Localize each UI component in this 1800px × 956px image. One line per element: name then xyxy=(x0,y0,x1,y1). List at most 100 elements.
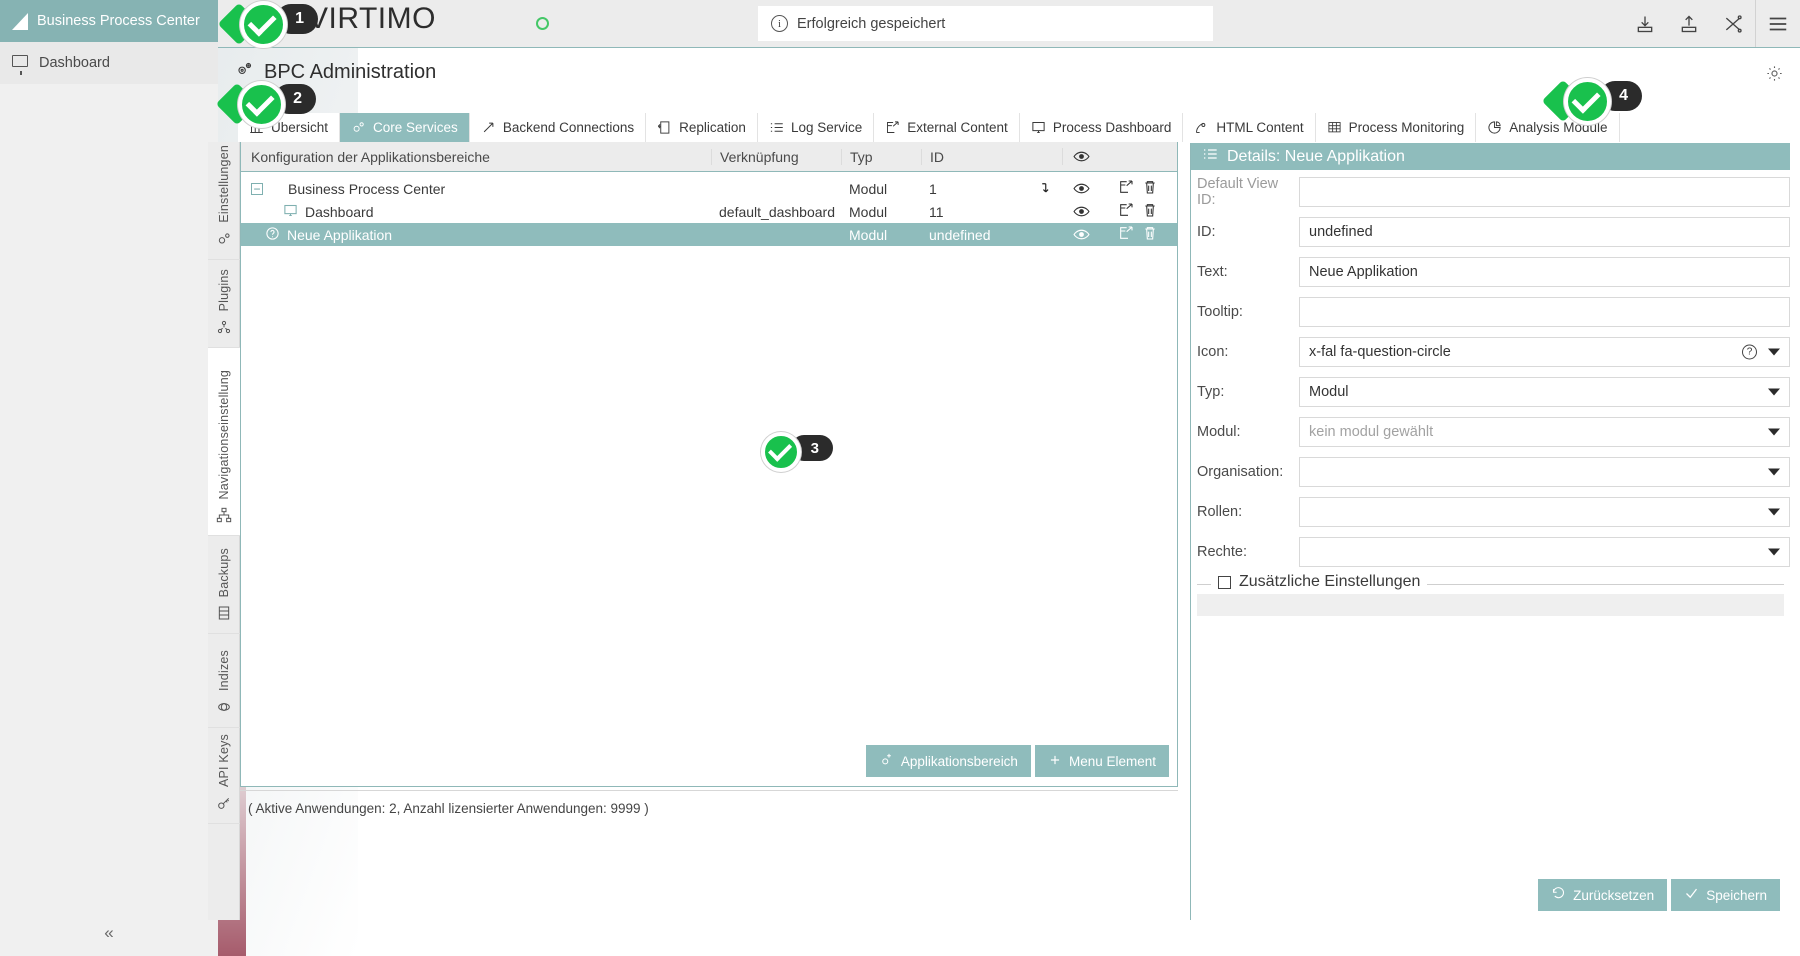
sidebar-collapse-button[interactable]: « xyxy=(0,910,218,956)
side-tab-einstellungen[interactable]: Einstellungen xyxy=(208,142,240,260)
side-tab-plugins[interactable]: Plugins xyxy=(208,260,240,348)
tab-log-service[interactable]: Log Service xyxy=(758,113,874,142)
upload-icon[interactable] xyxy=(1667,0,1711,47)
plugin-icon xyxy=(216,319,232,339)
row-edit-icon[interactable] xyxy=(1118,179,1134,198)
row-id: 1 xyxy=(921,181,1026,197)
row-visibility-icon[interactable] xyxy=(1062,180,1100,197)
row-id: undefined xyxy=(921,227,1026,243)
typ-select-value: Modul xyxy=(1309,384,1349,400)
id-input[interactable]: undefined xyxy=(1299,217,1790,247)
marker-number: 4 xyxy=(1619,87,1628,105)
field-label: ID: xyxy=(1197,224,1299,240)
row-typ: Modul xyxy=(841,181,921,197)
sidebar-header[interactable]: Business Process Center xyxy=(0,0,218,42)
row-visibility-icon[interactable] xyxy=(1062,226,1100,243)
additional-settings-checkbox[interactable] xyxy=(1218,576,1231,589)
row-edit-icon[interactable] xyxy=(1118,202,1134,221)
undo-icon xyxy=(1551,886,1566,904)
side-tab-indizes[interactable]: Indizes xyxy=(208,634,240,728)
additional-settings-legend[interactable]: Zusätzliche Einstellungen xyxy=(1211,573,1427,591)
row-delete-icon[interactable] xyxy=(1142,202,1158,221)
field-label: Rechte: xyxy=(1197,544,1299,560)
organisation-select[interactable] xyxy=(1299,457,1790,487)
side-tab-navigationseinstellung[interactable]: Navigationseinstellung xyxy=(208,348,240,536)
tab-process-monitoring[interactable]: Process Monitoring xyxy=(1316,113,1477,142)
row-edit-icon[interactable] xyxy=(1118,225,1134,244)
tab-label: Core Services xyxy=(373,120,458,135)
sidebar-item-dashboard[interactable]: Dashboard xyxy=(0,42,218,84)
hamburger-menu-icon[interactable] xyxy=(1756,0,1800,47)
gears-icon xyxy=(235,60,254,85)
question-circle-icon: ? xyxy=(1742,345,1757,360)
details-action-buttons: Zurücksetzen Speichern xyxy=(1538,879,1780,911)
license-status-text: ( Aktive Anwendungen: 2, Anzahl lizensie… xyxy=(240,790,1178,826)
add-menu-element-button[interactable]: Menu Element xyxy=(1035,745,1169,777)
download-icon[interactable] xyxy=(1623,0,1667,47)
page-title: BPC Administration xyxy=(264,61,436,84)
table-row-selected[interactable]: Neue Applikation Modul undefined xyxy=(241,223,1177,246)
row-link: default_dashboard xyxy=(711,204,841,220)
column-header-id: ID xyxy=(921,149,1026,165)
chevron-down-icon xyxy=(1768,349,1780,356)
toast-notification: i Erfolgreich gespeichert xyxy=(758,6,1213,41)
rechte-select[interactable] xyxy=(1299,537,1790,567)
list-icon xyxy=(1202,146,1218,167)
modul-select[interactable]: kein modul gewählt xyxy=(1299,417,1790,447)
tab-core-services[interactable]: Core Services xyxy=(340,113,470,142)
row-name: Dashboard xyxy=(305,204,374,220)
table-row[interactable]: Dashboard default_dashboard Modul 11 xyxy=(241,200,1177,223)
gear-icon[interactable] xyxy=(1765,64,1784,87)
field-label: Default View ID: xyxy=(1197,176,1299,208)
button-label: Applikationsbereich xyxy=(901,754,1018,769)
add-application-area-button[interactable]: Applikationsbereich xyxy=(866,745,1031,777)
online-indicator-icon xyxy=(536,17,549,30)
chevron-down-icon xyxy=(1768,389,1780,396)
tab-label: Backend Connections xyxy=(503,120,634,135)
details-title: Details: Neue Applikation xyxy=(1227,148,1405,166)
tab-backend-connections[interactable]: Backend Connections xyxy=(470,113,646,142)
rollen-select[interactable] xyxy=(1299,497,1790,527)
tab-label: Replication xyxy=(679,120,746,135)
side-tab-backups[interactable]: Backups xyxy=(208,536,240,634)
field-label: Icon: xyxy=(1197,344,1299,360)
tab-html-content[interactable]: HTML Content xyxy=(1183,113,1315,142)
field-organisation: Organisation: xyxy=(1191,454,1790,490)
side-tab-label: Indizes xyxy=(217,650,231,691)
text-input[interactable]: Neue Applikation xyxy=(1299,257,1790,287)
button-label: Zurücksetzen xyxy=(1573,888,1654,903)
tab-process-dashboard[interactable]: Process Dashboard xyxy=(1020,113,1184,142)
add-app-icon xyxy=(879,752,894,770)
tab-replication[interactable]: Replication xyxy=(646,113,758,142)
default-view-id-input[interactable] xyxy=(1299,177,1790,207)
details-panel: Details: Neue Applikation Default View I… xyxy=(1190,143,1790,920)
collapse-toggle-icon[interactable]: − xyxy=(251,183,263,195)
field-rechte: Rechte: xyxy=(1191,534,1790,570)
vertical-tab-strip: Einstellungen Plugins Navigationseinstel… xyxy=(208,142,240,920)
side-tab-api-keys[interactable]: API Keys xyxy=(208,728,240,824)
table-row[interactable]: − Business Process Center Modul 1 xyxy=(241,177,1177,200)
side-tab-label: Backups xyxy=(217,548,231,597)
button-label: Speichern xyxy=(1706,888,1767,903)
save-button[interactable]: Speichern xyxy=(1671,879,1780,911)
side-tab-label: Einstellungen xyxy=(217,145,231,223)
icon-select[interactable]: x-fal fa-question-circle ? xyxy=(1299,337,1790,367)
shuffle-icon[interactable] xyxy=(1711,0,1755,47)
row-name: Neue Applikation xyxy=(287,227,392,243)
typ-select[interactable]: Modul xyxy=(1299,377,1790,407)
virtimo-logo-icon xyxy=(12,13,28,30)
reset-button[interactable]: Zurücksetzen xyxy=(1538,879,1667,911)
button-label: Menu Element xyxy=(1069,754,1156,769)
move-down-icon[interactable] xyxy=(1026,182,1062,196)
row-delete-icon[interactable] xyxy=(1142,225,1158,244)
tab-external-content[interactable]: External Content xyxy=(874,113,1020,142)
field-id: ID: undefined xyxy=(1191,214,1790,250)
row-visibility-icon[interactable] xyxy=(1062,203,1100,220)
field-label: Text: xyxy=(1197,264,1299,280)
field-text: Text: Neue Applikation xyxy=(1191,254,1790,290)
row-delete-icon[interactable] xyxy=(1142,179,1158,198)
eye-icon[interactable] xyxy=(1062,148,1100,165)
field-modul: Modul: kein modul gewählt xyxy=(1191,414,1790,450)
table-header-row: Konfiguration der Applikationsbereiche V… xyxy=(241,142,1177,172)
tooltip-input[interactable] xyxy=(1299,297,1790,327)
